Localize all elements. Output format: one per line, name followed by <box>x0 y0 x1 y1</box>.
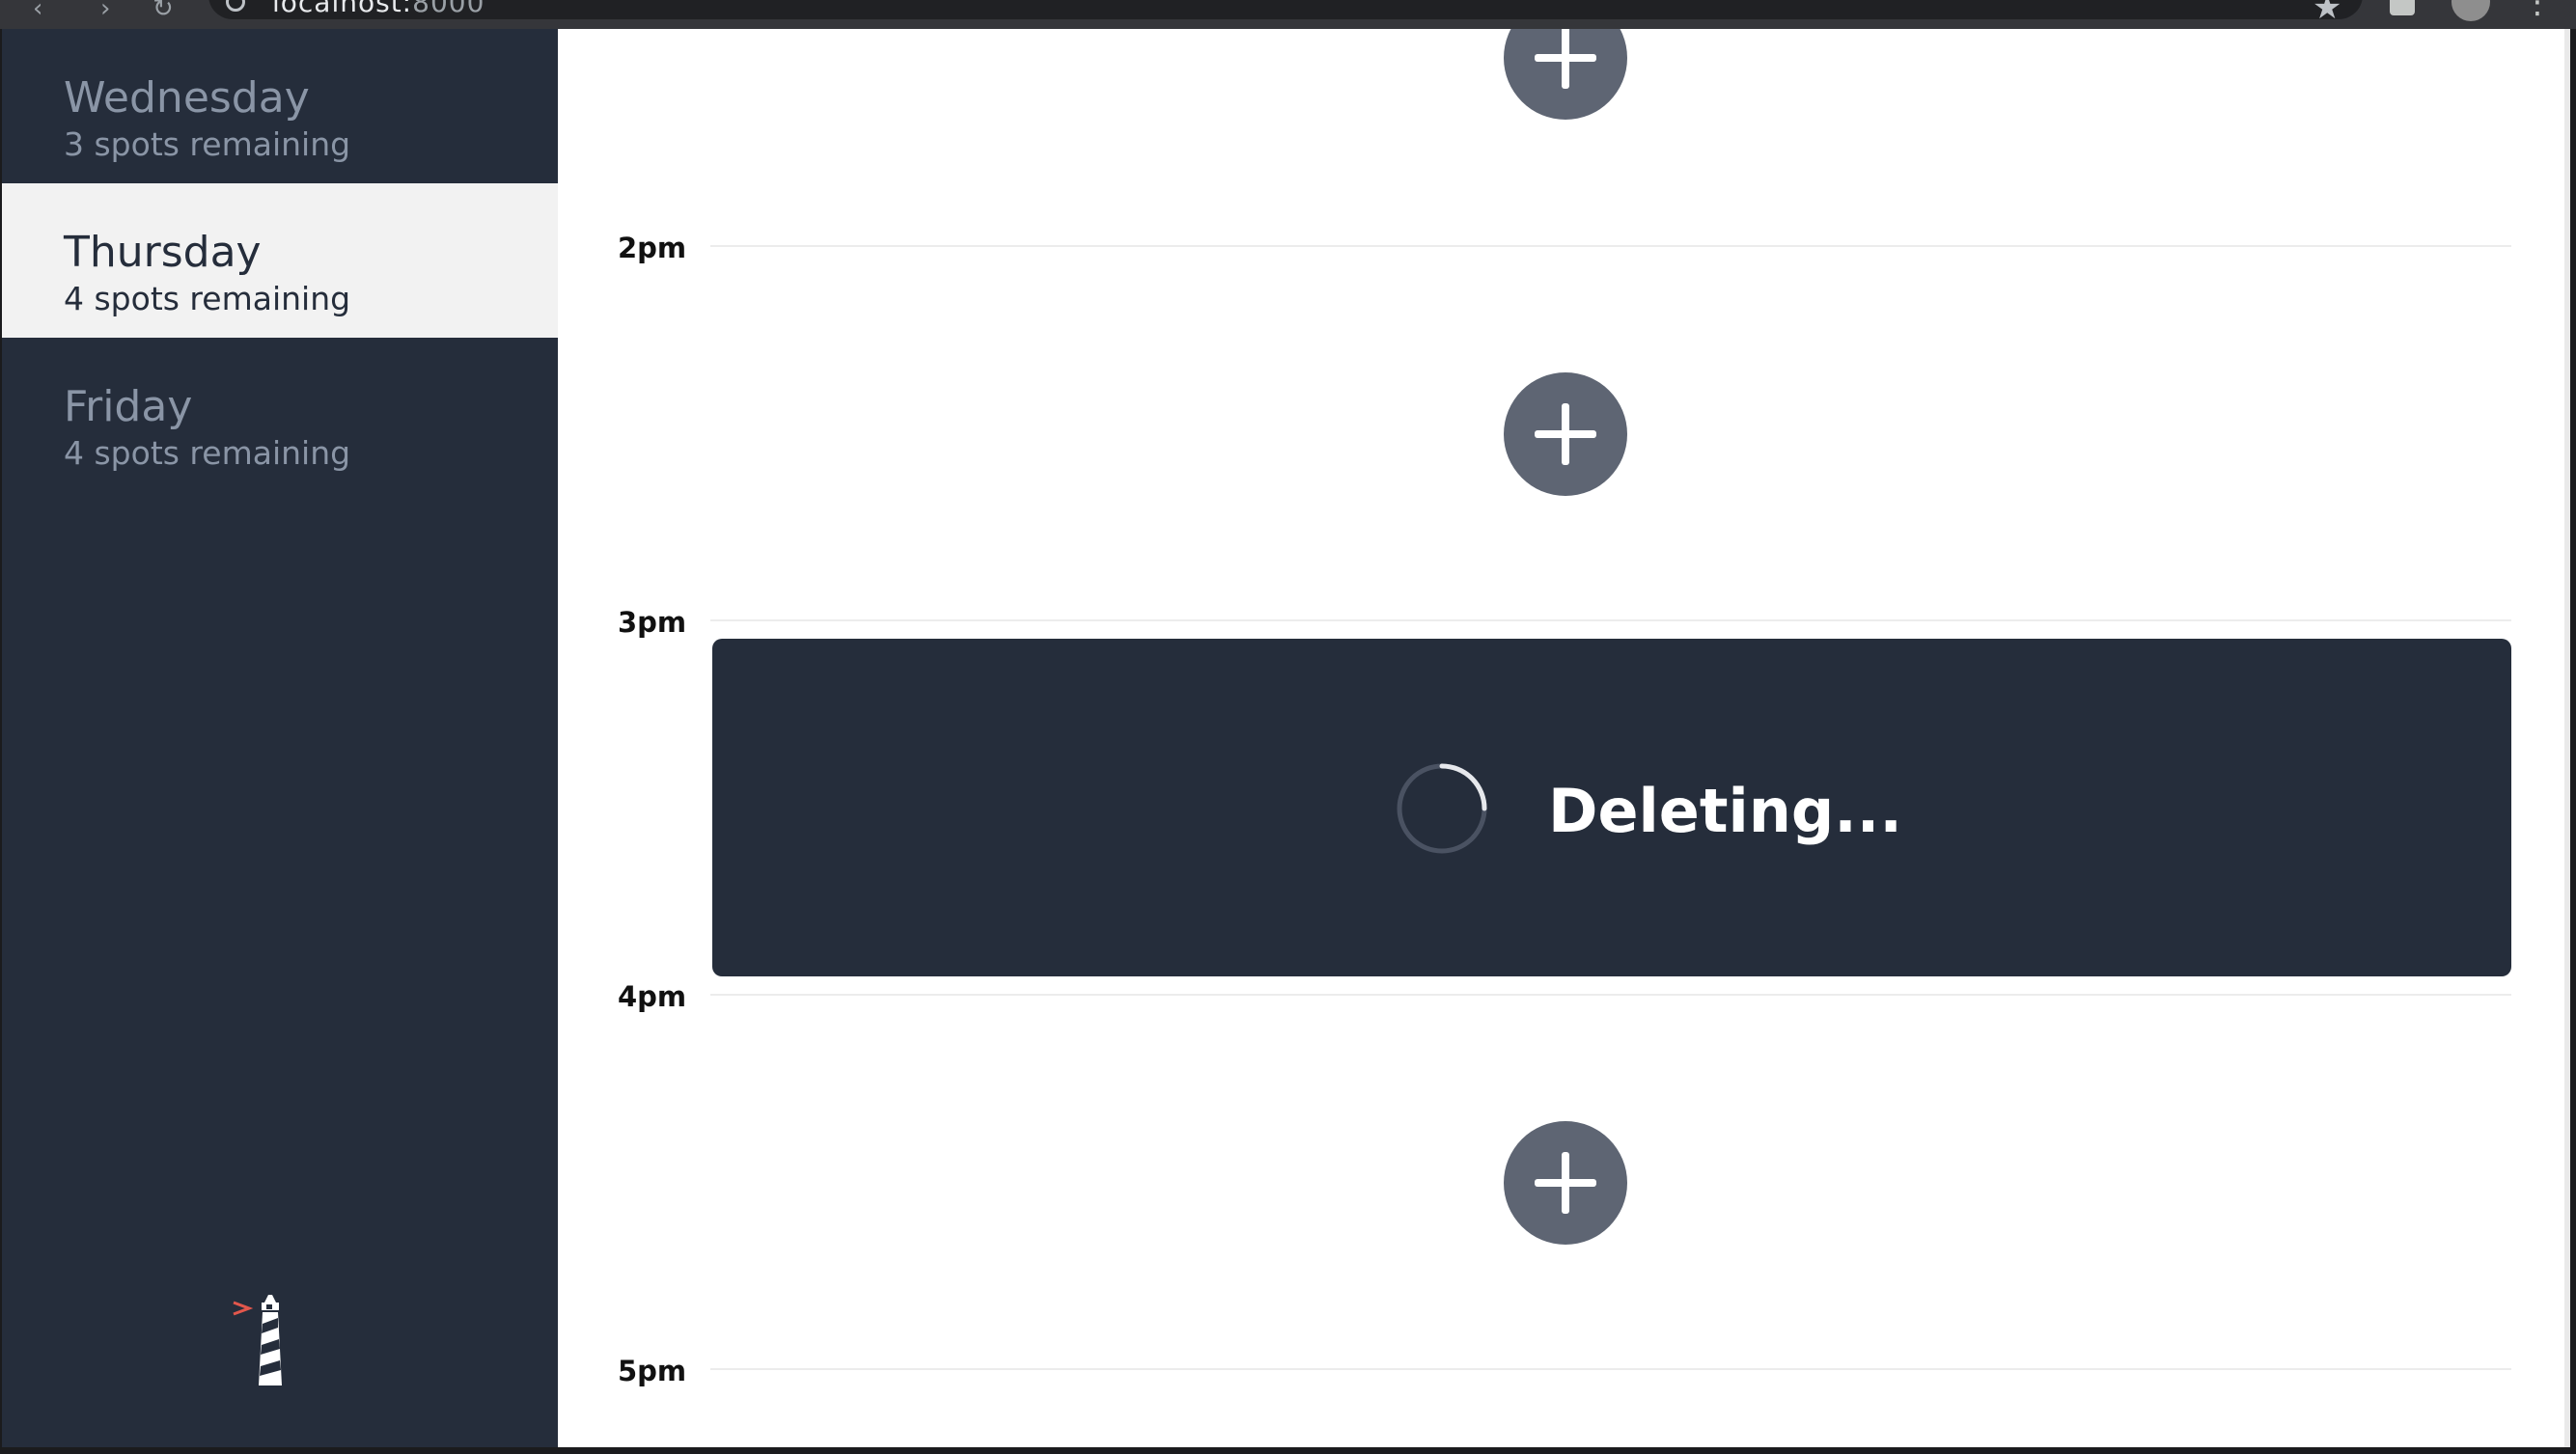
slot-divider <box>710 245 2511 247</box>
browser-toolbar: ‹ › ↻ localhost:8000 ★ ⋮ <box>0 0 2576 29</box>
status-text: Deleting... <box>1548 776 1902 846</box>
spots-remaining: 3 spots remaining <box>64 125 351 164</box>
profile-avatar[interactable] <box>2451 0 2490 21</box>
lighthouse-logo-icon <box>233 1295 282 1385</box>
time-label-5pm: 5pm <box>618 1355 687 1387</box>
add-appointment-button[interactable] <box>1504 1121 1627 1245</box>
spots-remaining: 4 spots remaining <box>64 434 351 473</box>
slot-divider <box>710 1368 2511 1370</box>
spinner-icon <box>1397 763 1487 854</box>
day-item-wednesday[interactable]: Wednesday 3 spots remaining <box>2 29 558 183</box>
forward-icon[interactable]: › <box>100 0 110 23</box>
day-name: Wednesday <box>64 73 310 123</box>
sidebar: Wednesday 3 spots remaining Thursday 4 s… <box>2 29 558 1447</box>
add-appointment-button[interactable] <box>1504 372 1627 496</box>
back-icon[interactable]: ‹ <box>33 0 42 23</box>
time-label-2pm: 2pm <box>618 232 687 264</box>
deleting-status-card: Deleting... <box>712 639 2511 976</box>
time-label-3pm: 3pm <box>618 606 687 639</box>
time-label-4pm: 4pm <box>618 980 687 1013</box>
day-name: Friday <box>64 382 193 431</box>
day-item-friday[interactable]: Friday 4 spots remaining <box>2 338 558 492</box>
add-appointment-button[interactable] <box>1504 29 1627 120</box>
spots-remaining: 4 spots remaining <box>64 280 351 318</box>
schedule: 2pm 3pm Deleting... 4pm 5pm <box>558 29 2570 1447</box>
address-bar[interactable]: localhost:8000 <box>208 0 2363 19</box>
slot-divider <box>710 619 2511 621</box>
url-text: localhost:8000 <box>272 0 485 18</box>
day-item-thursday[interactable]: Thursday 4 spots remaining <box>2 183 558 338</box>
extension-icon[interactable] <box>2390 0 2415 15</box>
site-info-icon[interactable] <box>226 0 245 12</box>
slot-divider <box>710 994 2511 996</box>
app-window: Wednesday 3 spots remaining Thursday 4 s… <box>2 29 2570 1447</box>
menu-dots-icon[interactable]: ⋮ <box>2521 0 2554 21</box>
day-name: Thursday <box>64 228 262 277</box>
star-icon[interactable]: ★ <box>2313 0 2341 27</box>
reload-icon[interactable]: ↻ <box>152 0 174 23</box>
scrollbar-track[interactable] <box>2564 29 2570 1447</box>
